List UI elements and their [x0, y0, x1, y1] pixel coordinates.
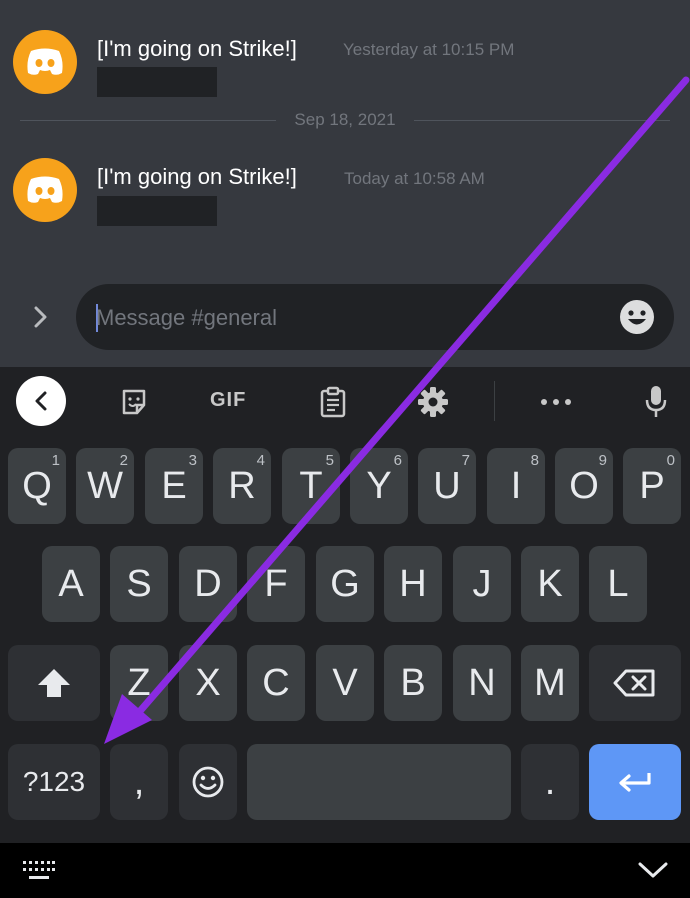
key-t[interactable]: T5: [282, 448, 340, 524]
key-e[interactable]: E3: [145, 448, 203, 524]
key-hint: 9: [598, 452, 607, 469]
message-input[interactable]: Message #general: [76, 284, 674, 350]
key-hint: 8: [530, 452, 539, 469]
key-l[interactable]: L: [589, 546, 647, 622]
hide-keyboard-icon[interactable]: [638, 861, 668, 884]
key-i[interactable]: I8: [487, 448, 545, 524]
redacted-message-content: [97, 67, 217, 97]
redacted-message-content: [97, 196, 217, 226]
key-c[interactable]: C: [247, 645, 305, 721]
key-label: O: [569, 464, 599, 507]
key-hint: 4: [256, 452, 265, 469]
key-label: I: [510, 464, 522, 507]
keyboard-grid-glyph: [23, 861, 55, 879]
key-r[interactable]: R4: [213, 448, 271, 524]
key-v[interactable]: V: [316, 645, 374, 721]
navigation-bar: [0, 843, 690, 898]
key-hint: 0: [666, 452, 675, 469]
key-a[interactable]: A: [42, 546, 100, 622]
key-label: R: [228, 464, 256, 507]
key-label: Q: [22, 464, 52, 507]
toolbar-back-button[interactable]: [16, 376, 66, 426]
backspace-icon: [613, 669, 655, 697]
enter-arrow-icon: [619, 773, 651, 792]
gif-button[interactable]: GIF: [210, 389, 246, 412]
key-label: P: [639, 464, 665, 507]
message-timestamp: Yesterday at 10:15 PM: [343, 40, 515, 59]
chat-area: [I'm going on Strike!] Yesterday at 10:1…: [0, 0, 690, 367]
key-u[interactable]: U7: [418, 448, 476, 524]
clipboard-glyph: [320, 386, 346, 418]
enter-key[interactable]: [589, 744, 681, 820]
key-s[interactable]: S: [110, 546, 168, 622]
key-b[interactable]: B: [384, 645, 442, 721]
discord-logo-icon: [27, 176, 63, 203]
shift-arrow-icon: [38, 669, 70, 697]
key-x[interactable]: X: [179, 645, 237, 721]
microphone-icon[interactable]: [640, 386, 672, 418]
chevron-right-icon: [34, 306, 47, 328]
chevron-down-icon: [638, 862, 668, 878]
key-label: Y: [366, 464, 392, 507]
discord-logo-icon: [27, 48, 63, 75]
key-j[interactable]: J: [453, 546, 511, 622]
key-g[interactable]: G: [316, 546, 374, 622]
key-o[interactable]: O9: [555, 448, 613, 524]
key-k[interactable]: K: [521, 546, 579, 622]
key-hint: 7: [461, 452, 470, 469]
key-label: T: [299, 464, 323, 507]
comma-key[interactable]: ,: [110, 744, 168, 820]
key-f[interactable]: F: [247, 546, 305, 622]
key-m[interactable]: M: [521, 645, 579, 721]
keyboard-switcher-icon[interactable]: [22, 859, 56, 888]
key-label: W: [87, 464, 123, 507]
discord-avatar[interactable]: [13, 30, 77, 94]
message-username[interactable]: [I'm going on Strike!]: [97, 36, 297, 62]
key-n[interactable]: N: [453, 645, 511, 721]
key-h[interactable]: H: [384, 546, 442, 622]
clipboard-icon[interactable]: [317, 386, 349, 418]
message-input-placeholder: Message #general: [96, 305, 278, 330]
key-label: U: [433, 464, 461, 507]
emoji-key[interactable]: [179, 744, 237, 820]
sticker-icon[interactable]: [118, 386, 150, 418]
emoji-picker-icon[interactable]: [618, 298, 656, 336]
sticker-glyph: [122, 389, 146, 415]
discord-avatar[interactable]: [13, 158, 77, 222]
message-timestamp: Today at 10:58 AM: [344, 169, 485, 188]
gear-glyph: [418, 387, 448, 417]
key-hint: 1: [51, 452, 60, 469]
expand-chevron-button[interactable]: [26, 302, 56, 332]
key-w[interactable]: W2: [76, 448, 134, 524]
symbols-key[interactable]: ?123: [8, 744, 100, 820]
key-q[interactable]: Q1: [8, 448, 66, 524]
key-hint: 2: [119, 452, 128, 469]
message-username[interactable]: [I'm going on Strike!]: [97, 164, 297, 190]
key-p[interactable]: P0: [623, 448, 681, 524]
keyboard: G I F Q 1 W 2 E 3 R 4 T 5 Y 6 U 7 I 8 O 9 …: [0, 367, 690, 843]
smiley-icon: [192, 766, 224, 798]
backspace-key[interactable]: [589, 645, 681, 721]
mic-glyph: [645, 386, 667, 417]
spacebar-key[interactable]: [247, 744, 511, 820]
toolbar-separator: [494, 381, 495, 421]
key-hint: 5: [325, 452, 334, 469]
chevron-left-icon: [35, 391, 47, 411]
key-z[interactable]: Z: [110, 645, 168, 721]
date-divider: Sep 18, 2021: [20, 110, 670, 129]
period-key[interactable]: .: [521, 744, 579, 820]
settings-gear-icon[interactable]: [417, 386, 449, 418]
divider-date: Sep 18, 2021: [280, 110, 410, 129]
key-y[interactable]: Y6: [350, 448, 408, 524]
shift-key[interactable]: [8, 645, 100, 721]
key-hint: 3: [188, 452, 197, 469]
key-hint: 6: [393, 452, 402, 469]
key-label: E: [161, 464, 187, 507]
key-d[interactable]: D: [179, 546, 237, 622]
dots-glyph: [541, 399, 571, 405]
more-options-icon[interactable]: [540, 386, 572, 418]
keyboard-toolbar: GIF: [0, 367, 690, 435]
